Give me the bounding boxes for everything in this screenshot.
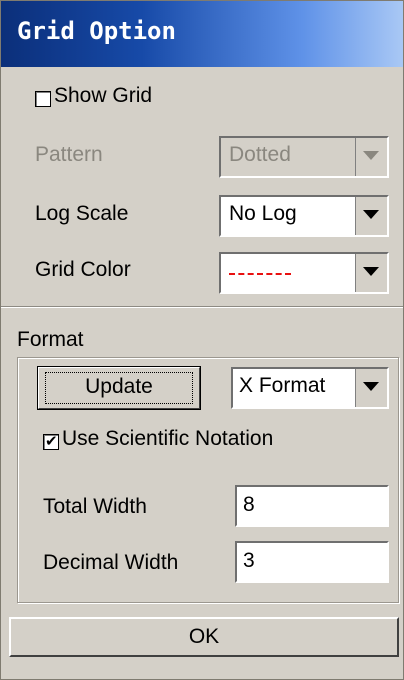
log-scale-select-value: No Log <box>229 202 297 225</box>
chevron-down-icon <box>363 151 379 160</box>
section-separator <box>1 306 403 308</box>
decimal-width-input[interactable]: 3 <box>235 541 389 583</box>
pattern-select[interactable]: Dotted <box>219 136 389 178</box>
show-grid-checkbox[interactable] <box>35 91 51 107</box>
scientific-notation-label[interactable]: Use Scientific Notation <box>62 427 273 451</box>
pattern-dropdown-button[interactable] <box>355 138 387 176</box>
axis-format-dropdown-button[interactable] <box>355 369 387 407</box>
window-title: Grid Option <box>17 17 176 45</box>
axis-format-select-value: X Format <box>239 374 326 397</box>
chevron-down-icon <box>363 267 379 276</box>
log-scale-label: Log Scale <box>35 202 129 225</box>
log-scale-select[interactable]: No Log <box>219 195 389 237</box>
show-grid-label[interactable]: Show Grid <box>54 84 152 108</box>
chevron-down-icon <box>363 210 379 219</box>
ok-button-label: OK <box>188 625 220 648</box>
axis-format-select[interactable]: X Format <box>231 367 389 409</box>
pattern-label: Pattern <box>35 143 103 166</box>
total-width-input[interactable]: 8 <box>235 485 389 527</box>
title-bar[interactable]: Grid Option <box>1 1 403 67</box>
total-width-label: Total Width <box>43 495 147 518</box>
update-button-label: Update <box>85 375 153 398</box>
format-group-label: Format <box>17 328 84 351</box>
grid-color-swatch <box>229 273 291 275</box>
ok-button[interactable]: OK <box>9 617 399 657</box>
scientific-notation-checkbox[interactable]: ✔ <box>43 432 59 450</box>
update-button[interactable]: Update <box>37 366 201 410</box>
chevron-down-icon <box>363 382 379 391</box>
grid-color-dropdown-button[interactable] <box>355 254 387 292</box>
grid-option-dialog: Grid Option Show Grid Pattern Dotted Log… <box>0 0 404 680</box>
checkmark-icon: ✔ <box>45 432 58 450</box>
grid-color-label: Grid Color <box>35 258 131 281</box>
log-scale-dropdown-button[interactable] <box>355 197 387 235</box>
pattern-select-value: Dotted <box>229 143 291 166</box>
grid-color-select[interactable] <box>219 252 389 294</box>
decimal-width-label: Decimal Width <box>43 551 179 574</box>
